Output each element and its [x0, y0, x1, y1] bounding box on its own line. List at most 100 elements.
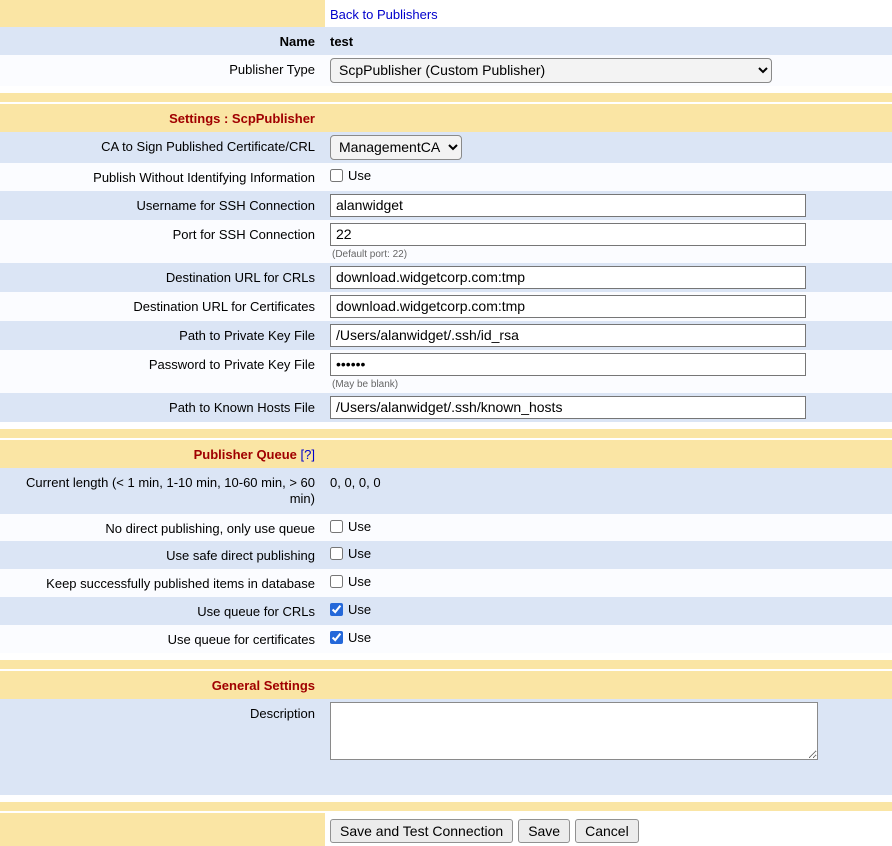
queue-option-3-checkbox[interactable]: [330, 603, 343, 616]
queue-title-filler: [325, 440, 892, 468]
separator-band-1: [0, 93, 892, 102]
queue-option-row: Use queue for certificates Use: [0, 625, 892, 653]
queue-length-value: 0, 0, 0, 0: [325, 468, 892, 514]
footer-buttons-cell: Save and Test Connection Save Cancel: [325, 813, 892, 846]
ca-label: CA to Sign Published Certificate/CRL: [0, 132, 325, 163]
anonymous-use-label: Use: [348, 168, 371, 183]
private-key-path-input[interactable]: [330, 324, 806, 347]
known-hosts-label: Path to Known Hosts File: [0, 393, 325, 422]
crl-url-label: Destination URL for CRLs: [0, 263, 325, 292]
queue-option-3-use-label: Use: [348, 602, 371, 617]
queue-option-0-checkbox[interactable]: [330, 520, 343, 533]
username-input[interactable]: [330, 194, 806, 217]
settings-title-row: Settings : ScpPublisher: [0, 104, 892, 132]
publisher-edit-page: Back to Publishers Name test Publisher T…: [0, 0, 892, 846]
general-title-row: General Settings: [0, 671, 892, 699]
publisher-type-row: Publisher Type ScpPublisher (Custom Publ…: [0, 55, 892, 86]
header-right-cell: Back to Publishers: [325, 0, 892, 27]
crl-url-row: Destination URL for CRLs: [0, 263, 892, 292]
port-label: Port for SSH Connection: [0, 220, 325, 263]
cert-url-input[interactable]: [330, 295, 806, 318]
queue-option-2-label: Keep successfully published items in dat…: [0, 569, 325, 597]
cancel-button[interactable]: Cancel: [575, 819, 639, 843]
username-cell: [325, 191, 892, 220]
back-to-publishers-link[interactable]: Back to Publishers: [330, 7, 438, 22]
description-label: Description: [0, 699, 325, 795]
header-row: Back to Publishers: [0, 0, 892, 27]
known-hosts-row: Path to Known Hosts File: [0, 393, 892, 422]
queue-option-row: Use queue for CRLs Use: [0, 597, 892, 625]
cert-url-label: Destination URL for Certificates: [0, 292, 325, 321]
port-row: Port for SSH Connection (Default port: 2…: [0, 220, 892, 263]
private-key-password-input[interactable]: [330, 353, 806, 376]
separator-band-4: [0, 802, 892, 811]
ca-cell: ManagementCA: [325, 132, 892, 163]
private-key-password-cell: (May be blank): [325, 350, 892, 393]
queue-option-row: No direct publishing, only use queue Use: [0, 514, 892, 542]
anonymous-row: Publish Without Identifying Information …: [0, 163, 892, 191]
ca-select[interactable]: ManagementCA: [330, 135, 462, 160]
queue-length-row: Current length (< 1 min, 1-10 min, 10-60…: [0, 468, 892, 514]
queue-section-title: Publisher Queue [?]: [0, 440, 325, 468]
queue-option-1-cell: Use: [325, 541, 892, 569]
queue-option-3-cell: Use: [325, 597, 892, 625]
general-section-title: General Settings: [0, 671, 325, 699]
queue-option-row: Keep successfully published items in dat…: [0, 569, 892, 597]
queue-option-2-cell: Use: [325, 569, 892, 597]
queue-option-4-cell: Use: [325, 625, 892, 653]
publisher-type-label: Publisher Type: [0, 55, 325, 86]
footer-left-spacer: [0, 813, 325, 846]
queue-option-1-label: Use safe direct publishing: [0, 541, 325, 569]
settings-section-title: Settings : ScpPublisher: [0, 104, 325, 132]
queue-option-2-use-label: Use: [348, 574, 371, 589]
save-and-test-connection-button[interactable]: Save and Test Connection: [330, 819, 513, 843]
general-title-filler: [325, 671, 892, 699]
queue-length-label: Current length (< 1 min, 1-10 min, 10-60…: [0, 468, 325, 514]
queue-option-0-label: No direct publishing, only use queue: [0, 514, 325, 542]
username-row: Username for SSH Connection: [0, 191, 892, 220]
publisher-type-select[interactable]: ScpPublisher (Custom Publisher): [330, 58, 772, 83]
publisher-type-cell: ScpPublisher (Custom Publisher): [325, 55, 892, 86]
ca-row: CA to Sign Published Certificate/CRL Man…: [0, 132, 892, 163]
anonymous-checkbox[interactable]: [330, 169, 343, 182]
queue-option-row: Use safe direct publishing Use: [0, 541, 892, 569]
save-button[interactable]: Save: [518, 819, 570, 843]
queue-option-1-checkbox[interactable]: [330, 547, 343, 560]
private-key-path-cell: [325, 321, 892, 350]
name-label: Name: [0, 27, 325, 55]
queue-help-link[interactable]: [?]: [301, 447, 315, 462]
name-row: Name test: [0, 27, 892, 55]
queue-title-row: Publisher Queue [?]: [0, 440, 892, 468]
queue-option-1-use-label: Use: [348, 546, 371, 561]
settings-title-filler: [325, 104, 892, 132]
cert-url-row: Destination URL for Certificates: [0, 292, 892, 321]
port-default-note: (Default port: 22): [332, 249, 884, 260]
queue-option-4-checkbox[interactable]: [330, 631, 343, 644]
header-left-spacer: [0, 0, 325, 27]
queue-option-0-cell: Use: [325, 514, 892, 542]
queue-option-0-use-label: Use: [348, 519, 371, 534]
cert-url-cell: [325, 292, 892, 321]
name-value: test: [325, 27, 892, 55]
description-textarea[interactable]: [330, 702, 818, 760]
description-row: Description: [0, 699, 892, 795]
private-key-password-row: Password to Private Key File (May be bla…: [0, 350, 892, 393]
separator-band-2: [0, 429, 892, 438]
port-cell: (Default port: 22): [325, 220, 892, 263]
crl-url-cell: [325, 263, 892, 292]
queue-option-3-label: Use queue for CRLs: [0, 597, 325, 625]
queue-title-text: Publisher Queue: [194, 447, 297, 462]
private-key-path-row: Path to Private Key File: [0, 321, 892, 350]
private-key-path-label: Path to Private Key File: [0, 321, 325, 350]
private-key-password-label: Password to Private Key File: [0, 350, 325, 393]
crl-url-input[interactable]: [330, 266, 806, 289]
separator-band-3: [0, 660, 892, 669]
queue-option-4-use-label: Use: [348, 630, 371, 645]
queue-option-2-checkbox[interactable]: [330, 575, 343, 588]
private-key-password-note: (May be blank): [332, 379, 884, 390]
queue-option-4-label: Use queue for certificates: [0, 625, 325, 653]
known-hosts-input[interactable]: [330, 396, 806, 419]
known-hosts-cell: [325, 393, 892, 422]
port-input[interactable]: [330, 223, 806, 246]
anonymous-cell: Use: [325, 163, 892, 191]
